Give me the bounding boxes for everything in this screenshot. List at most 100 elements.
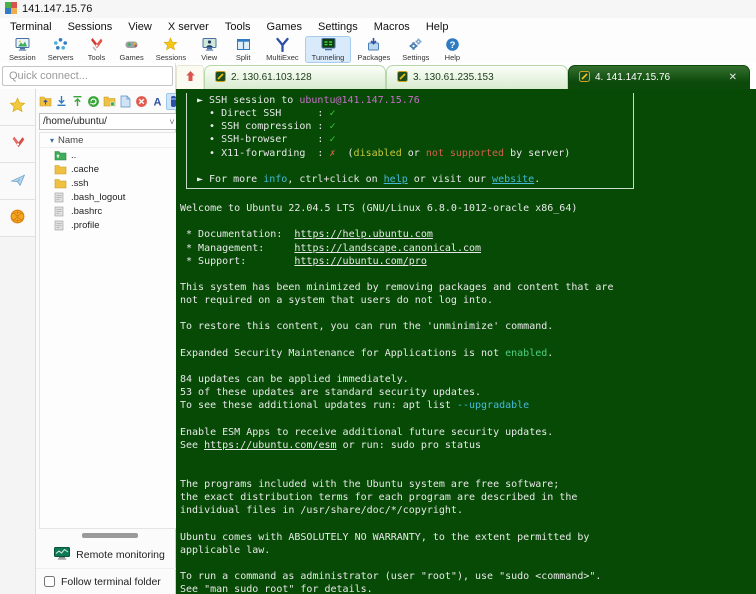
servers-icon: [53, 37, 68, 52]
servers-button[interactable]: Servers: [42, 36, 80, 63]
help-icon: ?: [445, 37, 460, 52]
sidebar-tab-macros-plane[interactable]: [0, 163, 35, 200]
terminal-line: See https://ubuntu.com/esm or run: sudo …: [180, 439, 756, 452]
delete-button[interactable]: [134, 93, 149, 110]
terminal-line: To restore this content, you can run the…: [180, 320, 756, 333]
panel-splitter[interactable]: [36, 529, 183, 542]
menu-item-terminal[interactable]: Terminal: [2, 19, 60, 35]
follow-terminal-folder-checkbox[interactable]: [44, 576, 55, 587]
terminal-link[interactable]: https://ubuntu.com/pro: [294, 256, 426, 267]
terminal[interactable]: ► SSH session to ubuntu@141.147.15.76 • …: [176, 89, 756, 594]
menu-item-view[interactable]: View: [120, 19, 160, 35]
terminal-text: To run a command as administrator (user …: [180, 571, 602, 583]
menu-item-games[interactable]: Games: [259, 19, 310, 35]
terminal-link[interactable]: https://landscape.canonical.com: [294, 243, 481, 254]
main-area: A /home/ubuntu/ ˅ ▾ Name .. .cache .ssh .ba…: [0, 89, 756, 594]
tab-label: 3. 130.61.235.153: [413, 72, 494, 83]
terminal-text: (: [335, 147, 354, 159]
menu-item-x-server[interactable]: X server: [160, 19, 217, 35]
terminal-text: ✓: [329, 134, 336, 146]
macros-plane-icon: [9, 172, 26, 191]
file-tree: ▾ Name .. .cache .ssh .bash_logout .bashrc .p…: [39, 132, 180, 529]
terminal-link[interactable]: https://ubuntu.com/esm: [204, 440, 336, 451]
help-button[interactable]: ? Help: [435, 36, 469, 63]
upload-button[interactable]: [70, 93, 85, 110]
terminal-link[interactable]: https://help.ubuntu.com: [294, 229, 432, 240]
terminal-text: ✓: [329, 108, 336, 120]
main-toolbar: Session Servers Tools Games Sessions View Spli…: [0, 36, 756, 63]
current-path: /home/ubuntu/: [43, 116, 107, 127]
session-tab-bar: 2. 130.61.103.128 3. 130.61.235.153 4. 141…: [176, 63, 756, 89]
view-button[interactable]: View: [192, 36, 226, 63]
file-row[interactable]: .bash_logout: [40, 190, 179, 204]
download-button[interactable]: [54, 93, 69, 110]
sessions-button[interactable]: Sessions: [150, 36, 192, 63]
view-icon: [202, 37, 217, 52]
menu-item-settings[interactable]: Settings: [310, 19, 366, 35]
sidebar-tab-sessions-star[interactable]: [0, 89, 35, 126]
file-name: .cache: [71, 163, 99, 175]
toolbar-button-label: Games: [119, 53, 144, 62]
file-row[interactable]: .ssh: [40, 176, 179, 190]
file-row[interactable]: .bashrc: [40, 204, 179, 218]
encoding-button[interactable]: A: [150, 93, 165, 110]
terminal-body: Welcome to Ubuntu 22.04.5 LTS (GNU/Linux…: [180, 189, 756, 594]
terminal-text: or: [401, 147, 426, 159]
remote-monitoring-button[interactable]: Remote monitoring: [36, 542, 183, 568]
packages-button[interactable]: Packages: [351, 36, 396, 63]
tab-row: 2. 130.61.103.128 3. 130.61.235.153 4. 141…: [0, 63, 756, 89]
close-icon[interactable]: ✕: [727, 72, 739, 83]
path-dropdown[interactable]: /home/ubuntu/ ˅: [39, 113, 180, 130]
sidebar-tab-sftp-globe[interactable]: [0, 200, 35, 237]
quick-connect-wrap: [0, 63, 176, 89]
file-row[interactable]: .profile: [40, 218, 179, 232]
games-button[interactable]: Games: [114, 36, 150, 63]
parent-folder-button[interactable]: [38, 93, 53, 110]
terminal-text: the exact distribution terms for each pr…: [180, 492, 578, 504]
quick-connect-input[interactable]: [2, 66, 173, 86]
session-tab[interactable]: 4. 141.147.15.76 ✕: [568, 65, 750, 89]
drag-handle[interactable]: [81, 533, 138, 538]
session-button[interactable]: Session: [3, 36, 42, 63]
terminal-text: * Documentation:: [180, 229, 295, 241]
menu-item-tools[interactable]: Tools: [217, 19, 259, 35]
tools-button[interactable]: Tools: [80, 36, 114, 63]
detach-tab-button[interactable]: [176, 65, 204, 89]
terminal-text: or visit our: [407, 173, 493, 185]
multiexec-button[interactable]: MultiExec: [260, 36, 305, 63]
new-file-button[interactable]: [118, 93, 133, 110]
terminal-link[interactable]: website: [492, 174, 534, 185]
name-column-header: Name: [58, 134, 84, 146]
detach-tab-icon: [184, 70, 197, 85]
menu-item-help[interactable]: Help: [418, 19, 457, 35]
refresh-button[interactable]: [86, 93, 101, 110]
terminal-line: The programs included with the Ubuntu sy…: [180, 478, 756, 491]
session-tab[interactable]: 2. 130.61.103.128: [204, 65, 386, 89]
terminal-link[interactable]: help: [384, 174, 408, 185]
sessions-star-icon: [9, 97, 26, 117]
terminal-text: * Support:: [180, 255, 295, 267]
terminal-text: ► For more: [197, 173, 264, 185]
menu-item-sessions[interactable]: Sessions: [60, 19, 121, 35]
menu-item-macros[interactable]: Macros: [366, 19, 418, 35]
new-folder-button[interactable]: [102, 93, 117, 110]
terminal-text: To restore this content, you can run the…: [180, 321, 554, 333]
session-icon: [15, 37, 30, 52]
settings-button[interactable]: Settings: [396, 36, 435, 63]
terminal-line: To run a command as administrator (user …: [180, 570, 756, 583]
split-button[interactable]: Split: [226, 36, 260, 63]
sidebar-tab-tools-knife[interactable]: [0, 126, 35, 163]
file-row[interactable]: ..: [40, 148, 179, 162]
session-tab[interactable]: 3. 130.61.235.153: [386, 65, 568, 89]
toolbar-button-label: View: [201, 53, 218, 62]
tunneling-button[interactable]: Tunneling: [304, 36, 352, 63]
terminal-line: • X11-forwarding : ✗ (disabled or not su…: [197, 147, 633, 160]
sessions-icon: [163, 37, 178, 52]
file-row[interactable]: .cache: [40, 162, 179, 176]
file-list-header[interactable]: ▾ Name: [40, 133, 179, 148]
